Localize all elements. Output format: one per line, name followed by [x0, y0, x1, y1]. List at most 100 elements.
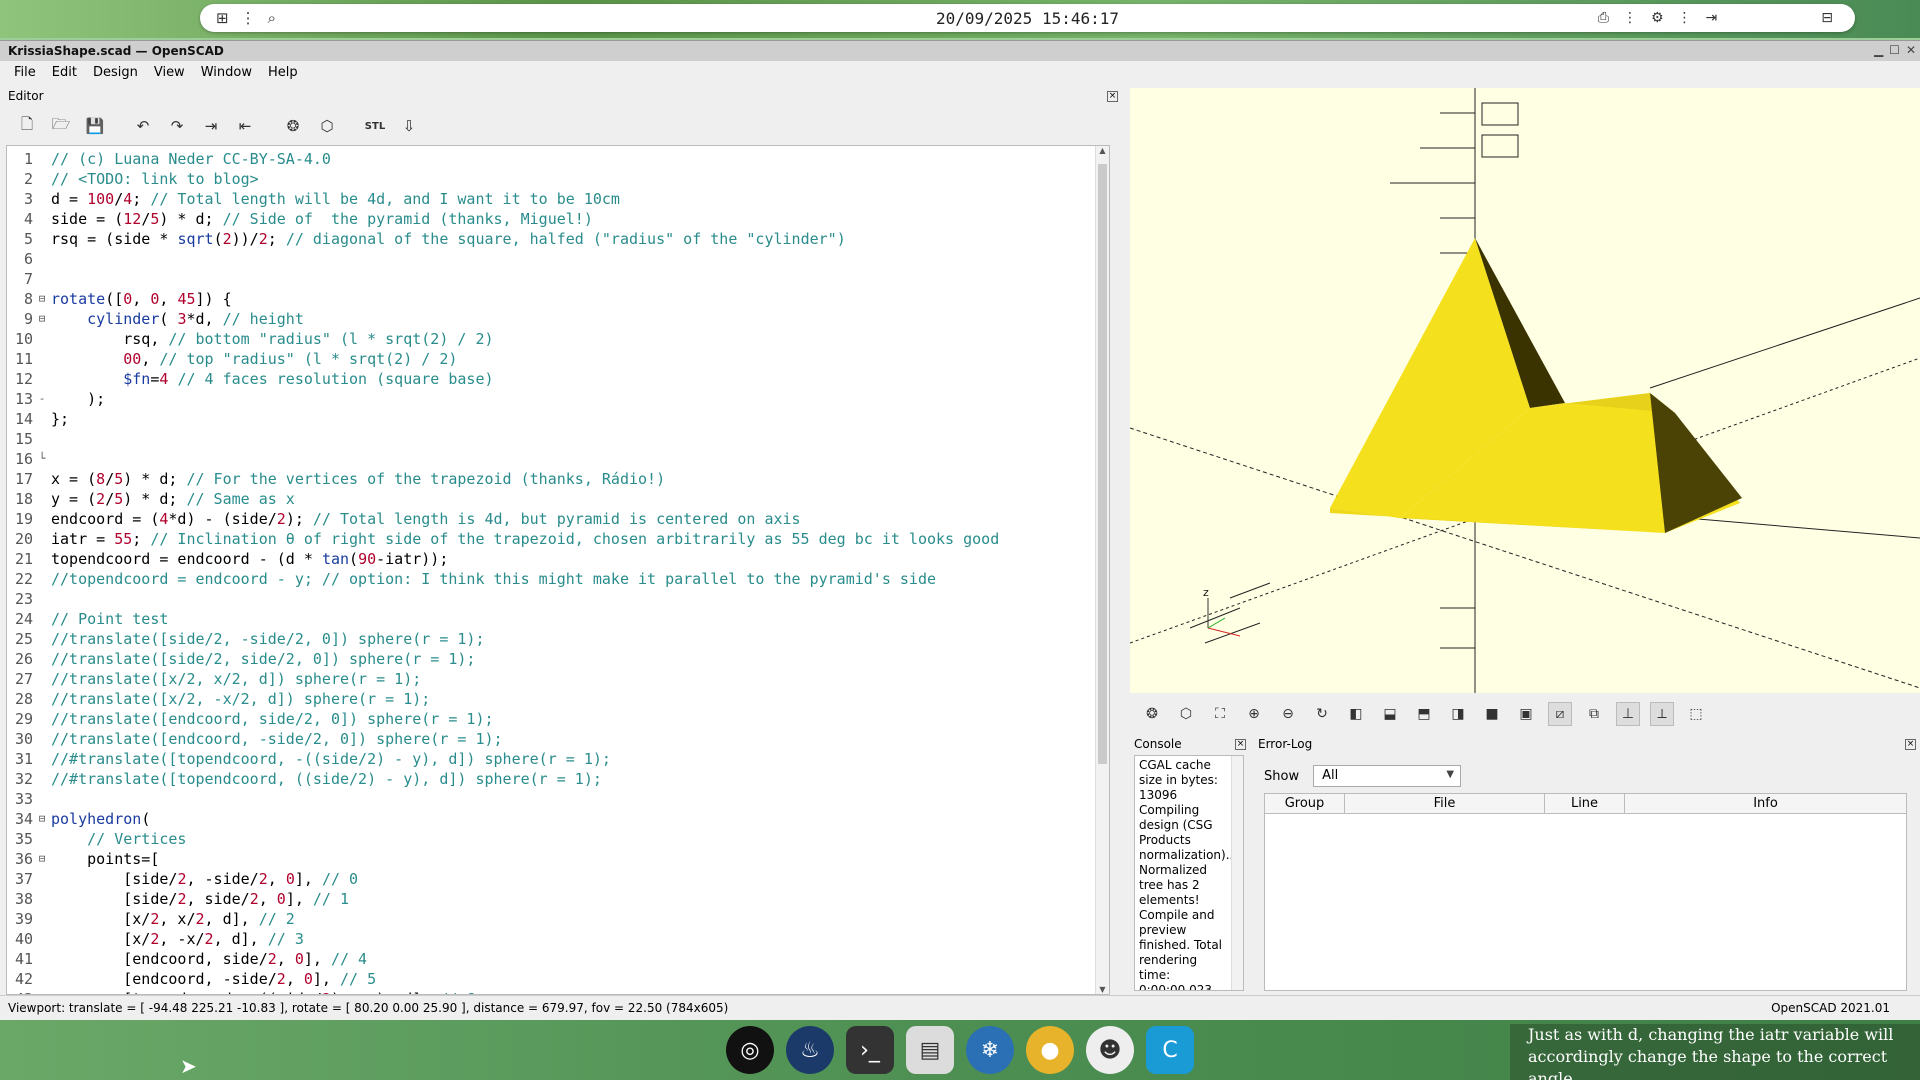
zoom-in-icon[interactable]: ⊕: [1242, 702, 1266, 726]
code-line[interactable]: 24 // Point test: [7, 609, 1109, 629]
code-line[interactable]: 27 //translate([x/2, x/2, d]) sphere(r = …: [7, 669, 1109, 689]
fold-marker-icon[interactable]: [33, 889, 51, 909]
render-icon[interactable]: ⬡: [1174, 702, 1198, 726]
code-line[interactable]: 28 //translate([x/2, -x/2, d]) sphere(r =…: [7, 689, 1109, 709]
preview-icon[interactable]: ❂: [280, 113, 306, 139]
menu-window[interactable]: Window: [193, 65, 260, 80]
code-line[interactable]: 26 //translate([side/2, side/2, 0]) spher…: [7, 649, 1109, 669]
printer-icon[interactable]: ⎙: [1598, 10, 1609, 26]
fold-marker-icon[interactable]: [33, 509, 51, 529]
menu-view[interactable]: View: [146, 65, 193, 80]
fold-marker-icon[interactable]: [33, 829, 51, 849]
code-line[interactable]: 5 rsq = (side * sqrt(2))/2; // diagonal o…: [7, 229, 1109, 249]
code-line[interactable]: 22 //topendcoord = endcoord - y; // optio…: [7, 569, 1109, 589]
code-line[interactable]: 1 // (c) Luana Neder CC-BY-SA-4.0: [7, 149, 1109, 169]
fold-marker-icon[interactable]: [33, 909, 51, 929]
code-line[interactable]: 11 00, // top "radius" (l * srqt(2) / 2): [7, 349, 1109, 369]
editor-scrollbar[interactable]: ▲ ▼: [1095, 146, 1109, 994]
fold-marker-icon[interactable]: ⊟: [33, 309, 51, 329]
code-line[interactable]: 35 // Vertices: [7, 829, 1109, 849]
view-right-icon[interactable]: ◧: [1344, 702, 1368, 726]
fold-marker-icon[interactable]: [33, 269, 51, 289]
code-line[interactable]: 6: [7, 249, 1109, 269]
code-line[interactable]: 7: [7, 269, 1109, 289]
fold-marker-icon[interactable]: [33, 569, 51, 589]
code-line[interactable]: 17 x = (8/5) * d; // For the vertices of …: [7, 469, 1109, 489]
scroll-up-icon[interactable]: ▲: [1096, 146, 1109, 155]
unindent-icon[interactable]: ⇤: [232, 113, 258, 139]
view-top-icon[interactable]: ⬓: [1378, 702, 1402, 726]
close-icon[interactable]: ✕: [1906, 43, 1916, 57]
code-line[interactable]: 19 endcoord = (4*d) - (side/2); // Total …: [7, 509, 1109, 529]
fold-marker-icon[interactable]: [33, 329, 51, 349]
code-line[interactable]: 2 // <TODO: link to blog>: [7, 169, 1109, 189]
apps-grid-icon[interactable]: ⊞: [216, 9, 229, 27]
export-stl-icon[interactable]: STL: [362, 113, 388, 139]
fold-marker-icon[interactable]: [33, 409, 51, 429]
redo-icon[interactable]: ↷: [164, 113, 190, 139]
fold-marker-icon[interactable]: [33, 869, 51, 889]
code-editor[interactable]: 1 // (c) Luana Neder CC-BY-SA-4.0 2 // <TOD…: [6, 145, 1110, 995]
fold-marker-icon[interactable]: [33, 769, 51, 789]
console-scrollbar[interactable]: [1231, 756, 1243, 990]
fold-marker-icon[interactable]: ⊟: [33, 809, 51, 829]
code-line[interactable]: 14};: [7, 409, 1109, 429]
maximize-icon[interactable]: ☐: [1889, 43, 1900, 57]
dock-app-files[interactable]: ▤: [906, 1026, 954, 1074]
code-line[interactable]: 23: [7, 589, 1109, 609]
fold-marker-icon[interactable]: [33, 469, 51, 489]
fold-marker-icon[interactable]: [33, 709, 51, 729]
code-line[interactable]: 42 [endcoord, -side/2, 0], // 5: [7, 969, 1109, 989]
view-back-icon[interactable]: ▣: [1514, 702, 1538, 726]
fold-marker-icon[interactable]: └: [33, 449, 51, 469]
dock-app-1[interactable]: ◎: [726, 1026, 774, 1074]
view-all-icon[interactable]: ⛶: [1208, 702, 1232, 726]
fold-marker-icon[interactable]: [33, 529, 51, 549]
close-icon[interactable]: ×: [1235, 739, 1246, 750]
code-line[interactable]: 15: [7, 429, 1109, 449]
more-icon[interactable]: ⋮: [241, 9, 256, 27]
menu-design[interactable]: Design: [85, 65, 146, 80]
code-line[interactable]: 10 rsq, // bottom "radius" (l * srqt(2) …: [7, 329, 1109, 349]
fold-marker-icon[interactable]: [33, 549, 51, 569]
search-icon[interactable]: ⌕: [268, 9, 276, 27]
code-line[interactable]: 30 //translate([endcoord, -side/2, 0]) sp…: [7, 729, 1109, 749]
fold-marker-icon[interactable]: [33, 169, 51, 189]
fold-marker-icon[interactable]: [33, 969, 51, 989]
settings-sliders-icon[interactable]: ⚙: [1651, 10, 1664, 26]
fold-marker-icon[interactable]: [33, 349, 51, 369]
fold-marker-icon[interactable]: [33, 649, 51, 669]
code-line[interactable]: 18 y = (2/5) * d; // Same as x: [7, 489, 1109, 509]
code-line[interactable]: 16 └: [7, 449, 1109, 469]
menu-edit[interactable]: Edit: [44, 65, 85, 80]
code-line[interactable]: 4 side = (12/5) * d; // Side of the pyram…: [7, 209, 1109, 229]
code-line[interactable]: 21 topendcoord = endcoord - (d * tan(90-i…: [7, 549, 1109, 569]
scroll-down-icon[interactable]: ▼: [1096, 985, 1109, 994]
reset-view-icon[interactable]: ↻: [1310, 702, 1334, 726]
code-line[interactable]: 9 ⊟ cylinder( 3*d, // height: [7, 309, 1109, 329]
console-output[interactable]: CGAL cache size in bytes: 13096 Compilin…: [1134, 755, 1244, 991]
perspective-icon[interactable]: ⧄: [1548, 702, 1572, 726]
new-file-icon[interactable]: 🗋: [14, 113, 40, 139]
more-icon[interactable]: ⋮: [1678, 10, 1692, 26]
code-line[interactable]: 38 [side/2, side/2, 0], // 1: [7, 889, 1109, 909]
code-line[interactable]: 32 //#translate([topendcoord, ((side/2) -…: [7, 769, 1109, 789]
view-front-icon[interactable]: ■: [1480, 702, 1504, 726]
show-scale-icon[interactable]: ⟂: [1650, 702, 1674, 726]
code-line[interactable]: 39 [x/2, x/2, d], // 2: [7, 909, 1109, 929]
3d-viewport[interactable]: z: [1130, 88, 1920, 693]
column-group[interactable]: Group: [1265, 794, 1345, 813]
window-titlebar[interactable]: KrissiaShape.scad — OpenSCAD ▁ ☐ ✕: [0, 41, 1920, 61]
column-line[interactable]: Line: [1545, 794, 1625, 813]
code-line[interactable]: 8 ⊟ rotate([0, 0, 45]) {: [7, 289, 1109, 309]
fold-marker-icon[interactable]: [33, 189, 51, 209]
view-bottom-icon[interactable]: ⬒: [1412, 702, 1436, 726]
code-line[interactable]: 33: [7, 789, 1109, 809]
fold-marker-icon[interactable]: [33, 369, 51, 389]
scroll-thumb[interactable]: [1098, 164, 1107, 764]
fold-marker-icon[interactable]: [33, 729, 51, 749]
code-line[interactable]: 13- );: [7, 389, 1109, 409]
close-icon[interactable]: ×: [1107, 91, 1118, 102]
fold-marker-icon[interactable]: [33, 689, 51, 709]
dock-app-8[interactable]: C: [1146, 1026, 1194, 1074]
